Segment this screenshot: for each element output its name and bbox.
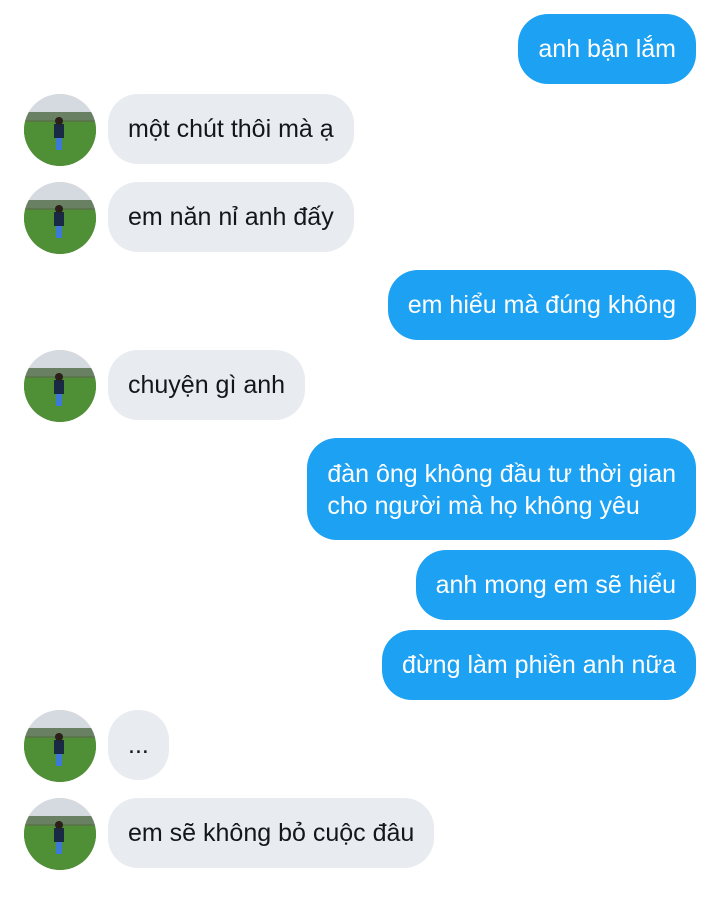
avatar-photo-icon: [24, 94, 96, 166]
message-text: em năn nỉ anh đấy: [128, 203, 334, 231]
message-text: một chút thôi mà ạ: [128, 115, 334, 143]
message-text: em sẽ không bỏ cuộc đâu: [128, 819, 415, 847]
message-text-line: đàn ông không đầu tư thời gian: [327, 460, 676, 488]
message-text: anh mong em sẽ hiểu: [435, 571, 676, 599]
contact-avatar[interactable]: [24, 182, 96, 254]
message-bubble-sent[interactable]: đàn ông không đầu tư thời gian cho người…: [307, 438, 696, 540]
message-bubble-received[interactable]: chuyện gì anh: [108, 350, 306, 420]
message-text: anh bận lắm: [538, 35, 676, 63]
avatar-photo-icon: [24, 350, 96, 422]
message-bubble-sent[interactable]: anh bận lắm: [518, 14, 696, 84]
message-bubble-received[interactable]: em năn nỉ anh đấy: [108, 182, 354, 252]
message-text: ...: [128, 731, 149, 759]
message-text: em hiểu mà đúng không: [407, 291, 676, 319]
message-text-line: cho người mà họ không yêu: [327, 492, 640, 520]
contact-avatar[interactable]: [24, 798, 96, 870]
avatar-photo-icon: [24, 798, 96, 870]
message-bubble-sent[interactable]: anh mong em sẽ hiểu: [415, 550, 696, 620]
contact-avatar[interactable]: [24, 350, 96, 422]
contact-avatar[interactable]: [24, 94, 96, 166]
message-bubble-sent[interactable]: em hiểu mà đúng không: [387, 270, 696, 340]
message-text: chuyện gì anh: [128, 371, 286, 399]
avatar-photo-icon: [24, 710, 96, 782]
message-bubble-received[interactable]: em sẽ không bỏ cuộc đâu: [108, 798, 435, 868]
avatar-photo-icon: [24, 182, 96, 254]
message-text: đừng làm phiền anh nữa: [402, 651, 676, 679]
contact-avatar[interactable]: [24, 710, 96, 782]
message-bubble-received[interactable]: ...: [108, 710, 169, 780]
message-bubble-sent[interactable]: đừng làm phiền anh nữa: [382, 630, 696, 700]
message-bubble-received[interactable]: một chút thôi mà ạ: [108, 94, 354, 164]
